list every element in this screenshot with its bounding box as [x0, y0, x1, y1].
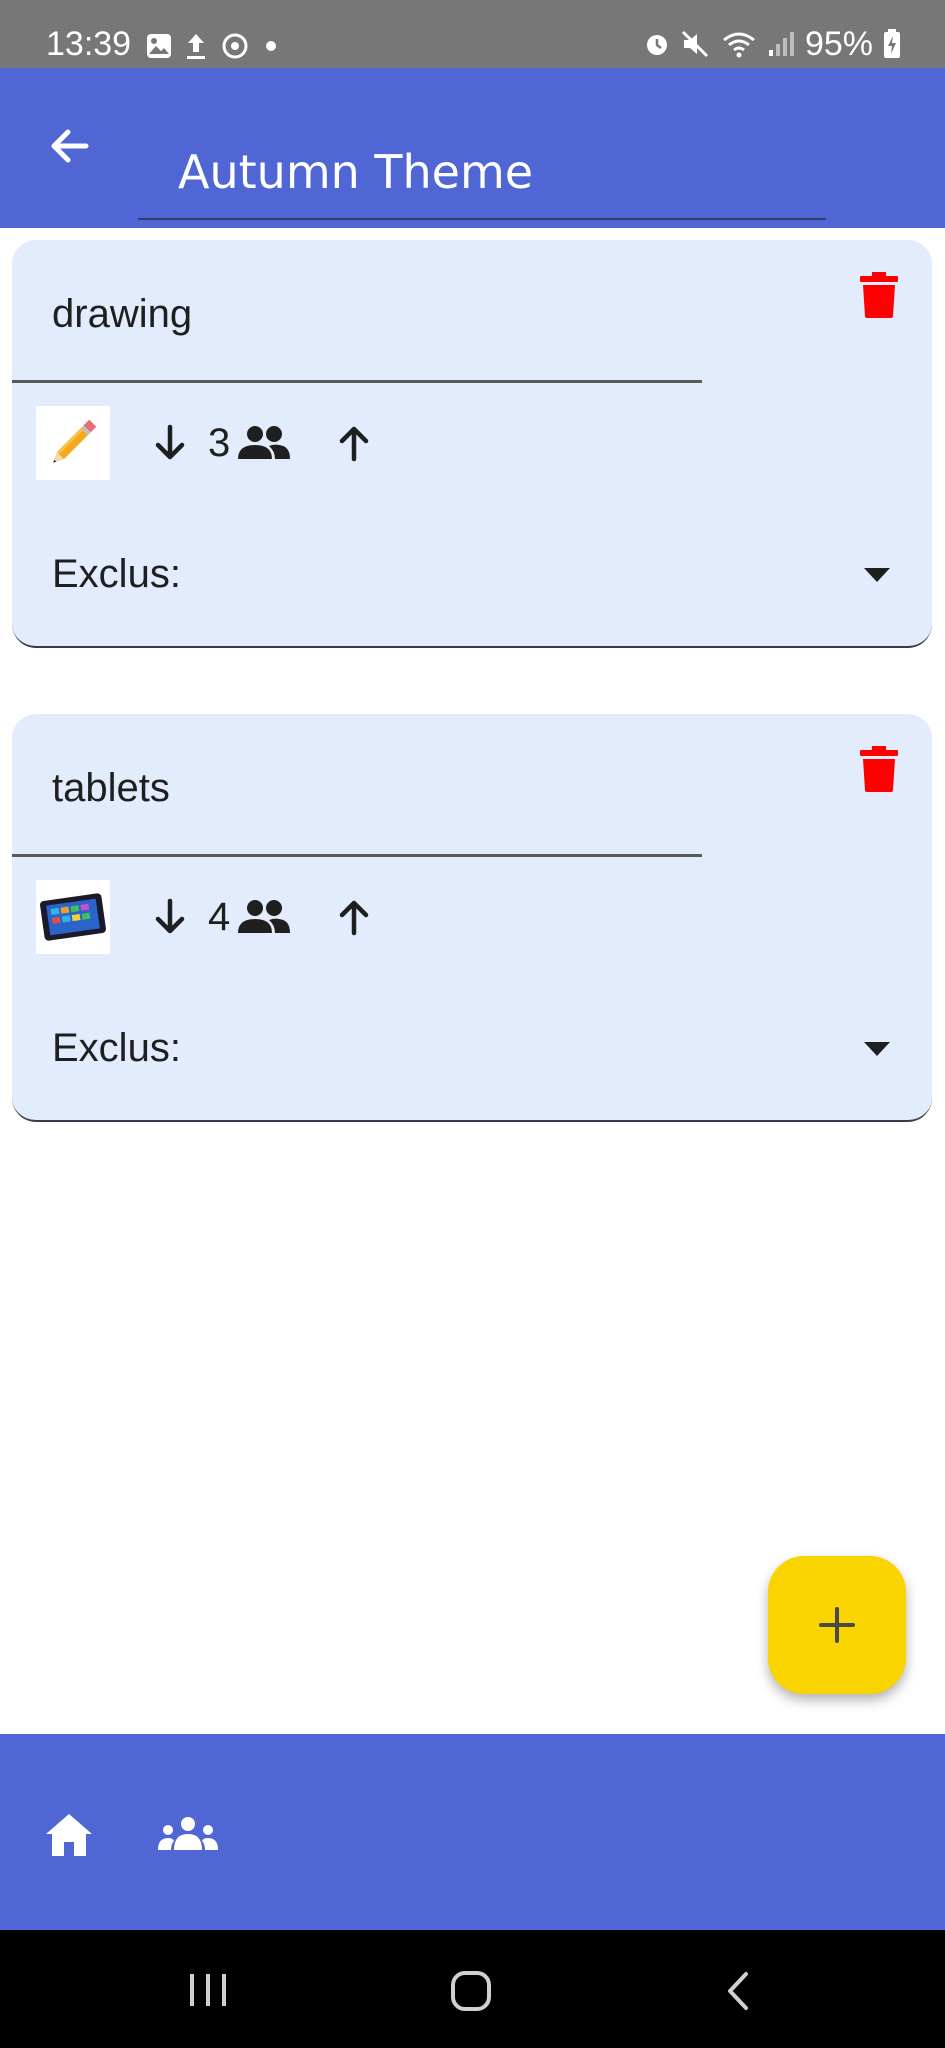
- page-title: Autumn Theme: [178, 145, 534, 199]
- add-item-button[interactable]: [768, 1556, 906, 1694]
- move-up-button[interactable]: [328, 417, 380, 469]
- arrow-back-icon: [51, 129, 89, 163]
- item-card: drawing 3 Exclus:: [12, 240, 932, 648]
- nav-home-button[interactable]: [44, 1812, 94, 1858]
- tablet-image: [36, 880, 110, 954]
- item-controls: 4: [36, 880, 380, 954]
- groups-icon: [158, 1817, 218, 1850]
- item-controls: 3: [36, 406, 380, 480]
- item-name: tablets: [52, 766, 170, 810]
- wifi-icon: [723, 32, 755, 58]
- system-nav-bar: [0, 1930, 945, 2048]
- title-field[interactable]: Autumn Theme: [138, 90, 826, 220]
- upload-icon: [187, 34, 205, 59]
- trash-icon: [860, 746, 898, 792]
- exclus-dropdown-label[interactable]: Exclus:: [52, 1024, 181, 1072]
- arrow-up-icon: [340, 426, 369, 462]
- dropdown-arrow-icon[interactable]: [864, 568, 890, 582]
- battery-charging-icon: [884, 29, 900, 58]
- status-right: 95%: [643, 24, 901, 64]
- bottom-nav: [0, 1734, 945, 1930]
- home-icon: [46, 1814, 92, 1856]
- move-down-button[interactable]: [144, 417, 196, 469]
- app-bar: Autumn Theme: [0, 68, 945, 228]
- alarm-icon: [646, 35, 667, 55]
- gallery-icon: [147, 34, 171, 58]
- item-name-field[interactable]: tablets: [12, 714, 702, 857]
- dropdown-arrow-icon[interactable]: [864, 1042, 890, 1056]
- battery-percent: 95%: [804, 25, 873, 63]
- group-count: 4: [208, 895, 231, 939]
- item-name-field[interactable]: drawing: [12, 240, 702, 383]
- delete-button[interactable]: [860, 272, 898, 318]
- item-name: drawing: [52, 292, 193, 336]
- pencil-icon: [53, 419, 97, 463]
- group-count: 3: [208, 421, 231, 465]
- item-card: tablets 4 Exclus:: [12, 714, 932, 1122]
- sync-icon: [222, 33, 248, 59]
- arrow-down-icon: [155, 424, 185, 460]
- pencil-image: [36, 406, 110, 480]
- dot-icon: [266, 41, 276, 51]
- signal-icon: [768, 32, 794, 56]
- plus-icon: [819, 1607, 855, 1643]
- delete-button[interactable]: [860, 746, 898, 792]
- trash-icon: [860, 272, 898, 318]
- arrow-down-icon: [155, 898, 185, 934]
- status-left-icons: [146, 28, 280, 64]
- home-circle-icon[interactable]: [450, 1970, 492, 2012]
- nav-groups-button[interactable]: [156, 1816, 220, 1852]
- status-time: 13:39: [46, 25, 132, 63]
- move-down-button[interactable]: [144, 891, 196, 943]
- arrow-up-icon: [340, 900, 369, 936]
- people-icon: [238, 426, 291, 459]
- status-bar: 13:39 95%: [0, 0, 945, 68]
- back-button[interactable]: [44, 120, 96, 172]
- people-icon: [238, 900, 291, 933]
- move-up-button[interactable]: [328, 891, 380, 943]
- mute-icon: [681, 30, 708, 58]
- tablet-icon: [40, 893, 106, 941]
- back-chevron-icon[interactable]: [722, 1970, 754, 2012]
- recent-apps-icon[interactable]: [186, 1972, 230, 2008]
- exclus-dropdown-label[interactable]: Exclus:: [52, 550, 181, 598]
